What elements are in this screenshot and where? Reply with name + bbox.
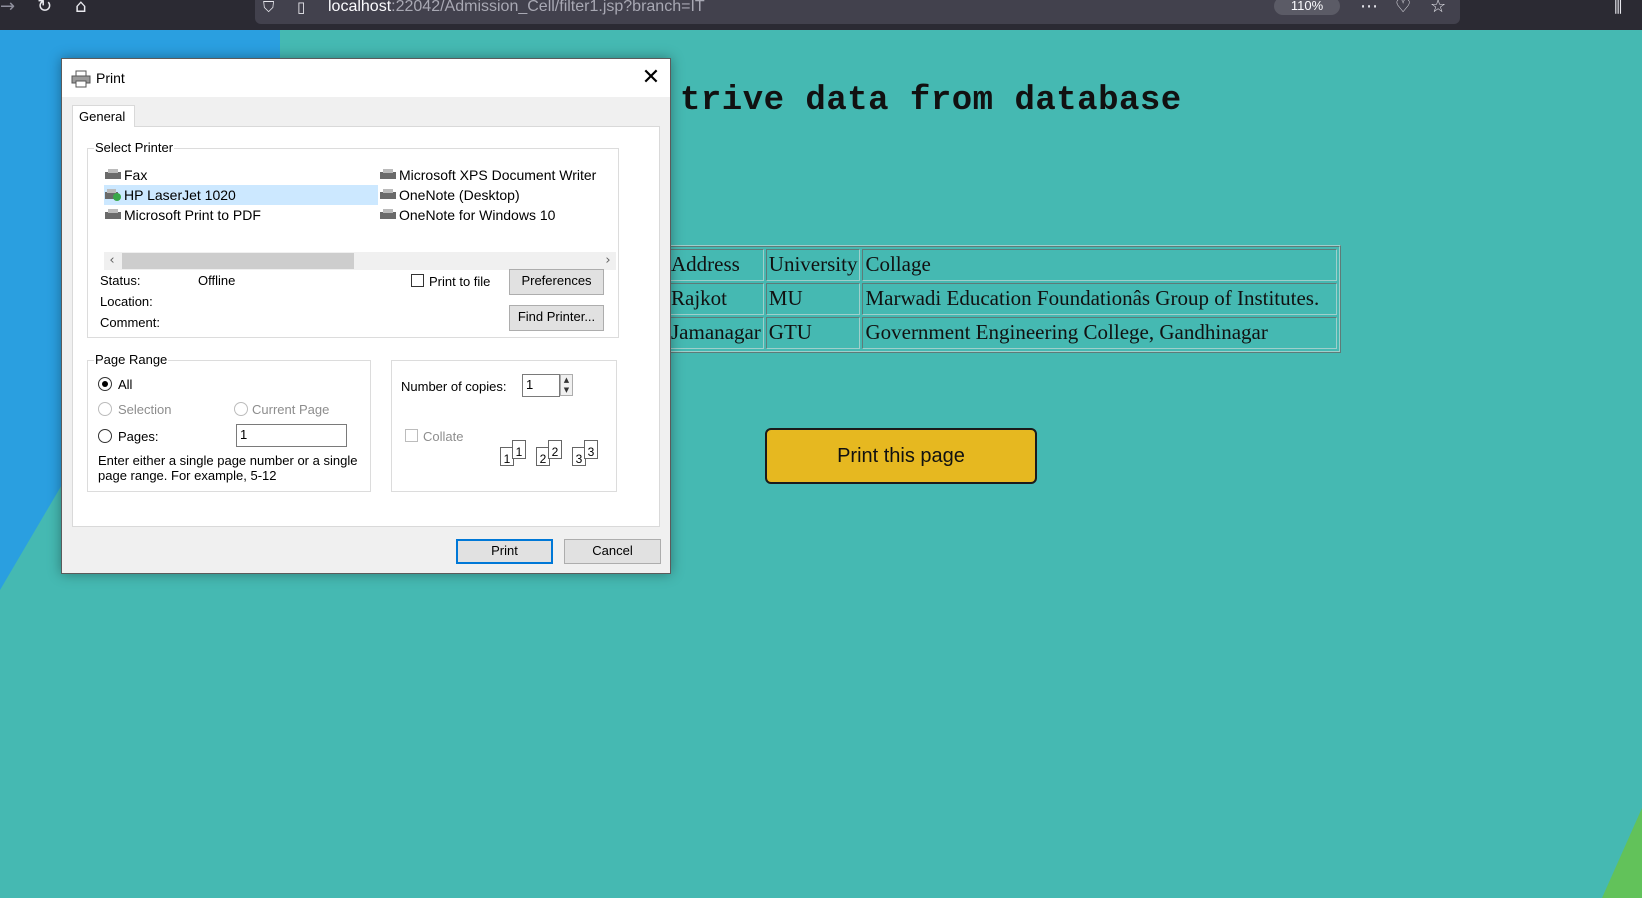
pages-input[interactable]: 1 — [236, 424, 347, 447]
print-button[interactable]: Print — [456, 539, 553, 564]
reload-icon[interactable]: ↻ — [37, 0, 52, 22]
pocket-icon[interactable]: ♡ — [1395, 0, 1411, 22]
table-row: Rajkot MU Marwadi Education Foundationâs… — [668, 283, 1338, 315]
close-icon[interactable]: ✕ — [637, 64, 665, 92]
printer-item-onenote-desktop[interactable]: OneNote (Desktop) — [379, 185, 520, 205]
dialog-titlebar[interactable]: Print ✕ — [62, 59, 670, 97]
table-cell: GTU — [765, 317, 861, 349]
table-row: Jamanagar GTU Government Engineering Col… — [668, 317, 1338, 349]
printer-item-fax[interactable]: Fax — [104, 165, 147, 185]
print-page-button[interactable]: Print this page — [765, 428, 1037, 484]
printer-item-xps-writer[interactable]: Microsoft XPS Document Writer — [379, 165, 596, 185]
all-label[interactable]: All — [118, 377, 132, 392]
tab-general[interactable]: General — [72, 105, 135, 127]
status-label: Status: — [100, 273, 141, 288]
current-page-label[interactable]: Current Page — [252, 402, 329, 417]
page-range-group: Page Range All Selection Current Page Pa… — [87, 352, 371, 492]
collate-page: 3 — [584, 440, 598, 459]
table-cell: University — [765, 249, 861, 281]
table-cell: Collage — [862, 249, 1338, 281]
collate-pages-icon: 1 1 2 2 3 3 — [500, 437, 600, 469]
selection-label[interactable]: Selection — [118, 402, 171, 417]
table-cell: Address — [668, 249, 764, 281]
cancel-button[interactable]: Cancel — [564, 539, 661, 564]
scroll-right-icon[interactable]: › — [600, 252, 616, 270]
url-bar[interactable]: ⛉ ▯ localhost:22042/Admission_Cell/filte… — [255, 0, 1460, 24]
shield-icon[interactable]: ⛉ — [263, 0, 274, 22]
print-to-file-checkbox[interactable] — [411, 274, 424, 287]
printer-item-onenote-win10[interactable]: OneNote for Windows 10 — [379, 205, 555, 225]
scrollbar-thumb[interactable] — [122, 253, 354, 269]
page-range-label: Page Range — [94, 352, 169, 367]
printer-list-scrollbar[interactable]: ‹ › — [104, 252, 616, 270]
zoom-indicator[interactable]: 110% — [1274, 0, 1340, 15]
table-cell: Marwadi Education Foundationâs Group of … — [862, 283, 1338, 315]
url-text[interactable]: localhost:22042/Admission_Cell/filter1.j… — [328, 0, 705, 15]
bookmark-star-icon[interactable]: ☆ — [1430, 0, 1446, 22]
general-panel: Select Printer Fax HP LaserJet 1020 Micr… — [72, 126, 660, 527]
copies-group: Number of copies: 1 ▲ ▼ Collate 1 1 2 2 … — [391, 360, 617, 492]
print-to-file-label[interactable]: Print to file — [429, 274, 490, 289]
home-icon[interactable]: ⌂ — [75, 0, 86, 22]
selection-radio[interactable] — [98, 402, 112, 416]
fax-printer-icon — [105, 169, 121, 179]
collate-checkbox[interactable] — [405, 429, 418, 442]
pages-radio[interactable] — [98, 429, 112, 443]
current-page-radio[interactable] — [234, 402, 248, 416]
table-cell: Rajkot — [668, 283, 764, 315]
more-icon[interactable]: ⋯ — [1360, 0, 1378, 22]
select-printer-label: Select Printer — [94, 140, 175, 155]
printer-icon — [71, 70, 91, 88]
dialog-title: Print — [96, 70, 125, 86]
back-arrow-icon[interactable]: → — [0, 0, 15, 22]
printer-item-print-to-pdf[interactable]: Microsoft Print to PDF — [104, 205, 261, 225]
copies-spinner[interactable]: ▲ ▼ — [560, 374, 573, 396]
preferences-button[interactable]: Preferences — [509, 269, 604, 295]
printer-icon — [105, 209, 121, 219]
print-dialog: Print ✕ General Select Printer Fax HP La… — [61, 58, 671, 574]
table-cell: Jamanagar — [668, 317, 764, 349]
printer-icon — [380, 169, 396, 179]
library-icon[interactable]: ⫼ — [1614, 0, 1622, 22]
printer-item-hp-laserjet[interactable]: HP LaserJet 1020 — [104, 185, 378, 205]
printer-icon — [380, 189, 396, 199]
data-table: Address University Collage Rajkot MU Mar… — [664, 245, 1342, 353]
browser-toolbar: → ↻ ⌂ ⛉ ▯ localhost:22042/Admission_Cell… — [0, 0, 1642, 30]
printer-icon — [380, 209, 396, 219]
select-printer-group: Select Printer Fax HP LaserJet 1020 Micr… — [87, 140, 619, 338]
page-heading: trive data from database — [680, 82, 1182, 120]
collate-page: 2 — [548, 440, 562, 459]
table-cell: Government Engineering College, Gandhina… — [862, 317, 1338, 349]
status-value: Offline — [198, 273, 236, 288]
find-printer-button[interactable]: Find Printer... — [509, 305, 604, 331]
table-cell: MU — [765, 283, 861, 315]
location-label: Location: — [100, 294, 153, 309]
page-range-hint: Enter either a single page number or a s… — [98, 453, 358, 483]
comment-label: Comment: — [100, 315, 160, 330]
default-printer-icon — [105, 189, 121, 201]
collate-label[interactable]: Collate — [423, 429, 463, 444]
table-header-row: Address University Collage — [668, 249, 1338, 281]
scroll-left-icon[interactable]: ‹ — [104, 252, 120, 270]
all-radio[interactable] — [98, 377, 112, 391]
collate-page: 1 — [512, 440, 526, 459]
printer-list[interactable]: Fax HP LaserJet 1020 Microsoft Print to … — [96, 163, 624, 273]
spin-down-icon[interactable]: ▼ — [561, 385, 572, 395]
spin-up-icon[interactable]: ▲ — [561, 375, 572, 385]
page-icon: ▯ — [297, 0, 306, 16]
copies-input[interactable]: 1 — [522, 374, 560, 397]
background-green-shape — [1602, 808, 1642, 898]
pages-label[interactable]: Pages: — [118, 429, 158, 444]
copies-label: Number of copies: — [401, 379, 507, 394]
